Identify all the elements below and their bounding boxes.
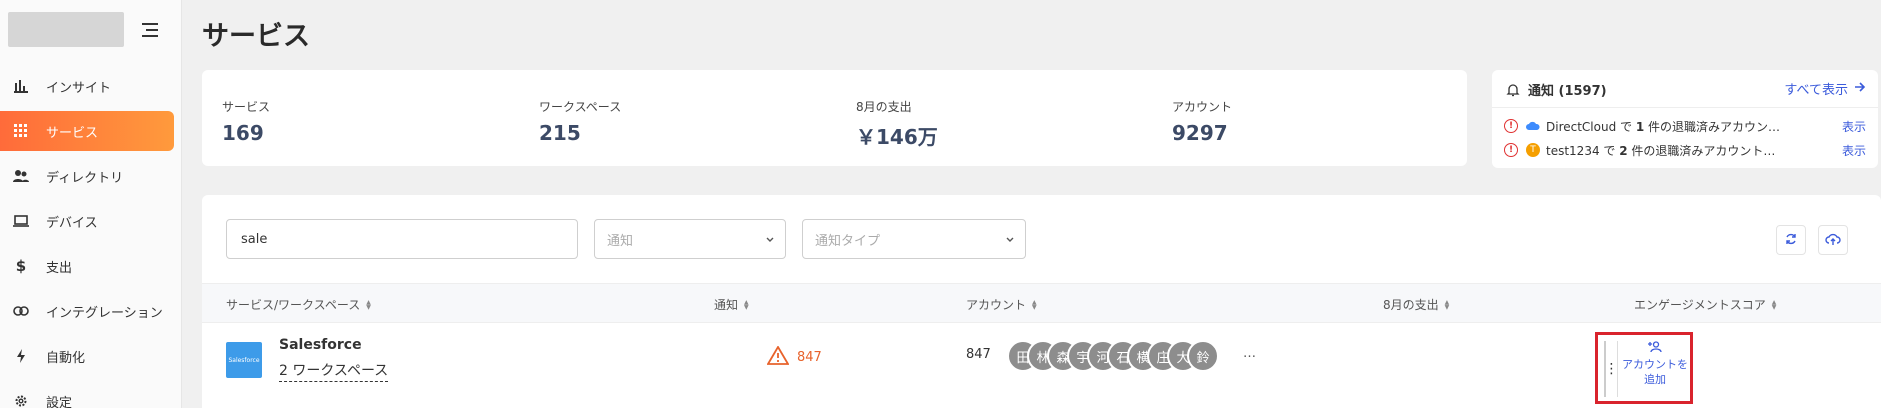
sidebar: インサイト サービス ディレクトリ デバイス $ 支出 インテグレーション 自動… xyxy=(0,0,182,408)
users-icon xyxy=(13,168,29,184)
sidebar-item-label: サービス xyxy=(46,125,99,141)
sidebar-item-label: 支出 xyxy=(46,260,73,276)
avatar[interactable]: 鈴 xyxy=(1187,340,1219,372)
sort-icon: ▲ ▼ xyxy=(744,298,749,311)
stat-label: 8月の支出 xyxy=(856,100,912,114)
upload-button[interactable] xyxy=(1818,225,1848,255)
sidebar-item-integration[interactable]: インテグレーション xyxy=(0,291,174,331)
bolt-icon xyxy=(13,348,29,364)
warning-triangle-icon xyxy=(766,345,790,369)
sidebar-item-settings[interactable]: 設定 xyxy=(0,381,174,408)
notification-item[interactable]: ! DirectCloud で 1 件の退職済みアカウン… 表示 xyxy=(1504,116,1866,136)
warning-icon: ! xyxy=(1504,143,1518,157)
logo xyxy=(8,12,124,47)
bar-chart-icon xyxy=(13,78,29,94)
sort-icon: ▲ ▼ xyxy=(1032,298,1037,311)
notification-text: test1234 で 2 件の退職済みアカウント… xyxy=(1546,143,1776,158)
alert-count-value: 847 xyxy=(797,350,822,365)
sidebar-item-insight[interactable]: インサイト xyxy=(0,66,174,106)
sidebar-item-label: デバイス xyxy=(46,215,98,231)
column-header-accounts[interactable]: アカウント ▲ ▼ xyxy=(966,296,1037,313)
sidebar-item-automation[interactable]: 自動化 xyxy=(0,336,174,376)
avatar-group[interactable]: 田 林 森 宇 河 石 横 庄 大 鈴 xyxy=(1007,340,1219,372)
sidebar-item-spend[interactable]: $ 支出 xyxy=(0,246,174,286)
show-all-link[interactable]: すべて表示 xyxy=(1784,79,1866,98)
laptop-icon xyxy=(13,213,29,229)
sidebar-nav: インサイト サービス ディレクトリ デバイス $ 支出 インテグレーション 自動… xyxy=(0,66,182,408)
grid-icon xyxy=(13,123,29,139)
add-user-icon xyxy=(1622,341,1688,357)
notifications-title: 通知 (1597) xyxy=(1528,84,1607,99)
sort-icon: ▲ ▼ xyxy=(1444,298,1450,311)
arrow-right-icon xyxy=(1854,81,1866,97)
link-icon xyxy=(13,303,29,319)
notification-select[interactable]: 通知 xyxy=(594,219,786,259)
view-link[interactable]: 表示 xyxy=(1842,118,1866,135)
stat-accounts: アカウント 9297 xyxy=(1172,98,1232,145)
chevron-down-icon xyxy=(765,234,775,249)
sidebar-item-label: ディレクトリ xyxy=(46,170,124,186)
sidebar-item-label: 設定 xyxy=(46,395,73,408)
stat-value: 9297 xyxy=(1172,121,1228,145)
gear-icon xyxy=(13,393,29,408)
cloud-upload-icon xyxy=(1825,231,1841,250)
bell-icon xyxy=(1506,82,1520,101)
column-header-notification[interactable]: 通知 ▲ ▼ xyxy=(714,296,749,313)
sort-icon: ▲ ▼ xyxy=(366,298,371,311)
more-avatars[interactable]: … xyxy=(1243,346,1256,361)
search-input[interactable]: sale xyxy=(226,219,578,259)
cloud-icon xyxy=(1526,119,1540,133)
stat-label: アカウント xyxy=(1172,100,1233,114)
account-count: 847 xyxy=(966,347,991,362)
stat-label: サービス xyxy=(222,100,271,114)
warning-icon: ! xyxy=(1504,119,1518,133)
stat-services: サービス 169 xyxy=(222,98,270,145)
app-badge-icon: T xyxy=(1526,143,1540,157)
workspace-count-link[interactable]: 2 ワークスペース xyxy=(279,360,389,382)
show-all-label: すべて表示 xyxy=(1784,83,1848,98)
select-placeholder: 通知 xyxy=(607,233,634,249)
sidebar-item-directory[interactable]: ディレクトリ xyxy=(0,156,174,196)
sidebar-item-services[interactable]: サービス xyxy=(0,111,174,151)
dollar-icon: $ xyxy=(15,257,27,275)
notifications-header: 通知 (1597) すべて表示 xyxy=(1492,70,1878,108)
column-header-service[interactable]: サービス/ワークスペース ▲ ▼ xyxy=(226,296,371,313)
service-name[interactable]: Salesforce xyxy=(279,337,362,353)
stat-spend: 8月の支出 ￥146万 xyxy=(856,98,938,150)
notification-text: DirectCloud で 1 件の退職済みアカウン… xyxy=(1546,119,1781,134)
refresh-icon xyxy=(1784,231,1798,250)
menu-toggle-icon[interactable] xyxy=(140,22,160,38)
table-header: サービス/ワークスペース ▲ ▼ 通知 ▲ ▼ アカウント ▲ ▼ 8月の支出 ▲ ▼ エンゲー… xyxy=(202,283,1881,323)
notification-item[interactable]: ! T test1234 で 2 件の退職済みアカウント… 表示 xyxy=(1504,140,1866,160)
column-header-spend[interactable]: 8月の支出 ▲ ▼ xyxy=(1383,296,1449,313)
sidebar-item-label: 自動化 xyxy=(46,350,86,366)
notifications-card: 通知 (1597) すべて表示 ! DirectCloud で 1 件の退職済み… xyxy=(1492,70,1878,168)
stats-card: サービス 169 ワークスペース 215 8月の支出 ￥146万 アカウント 9… xyxy=(202,70,1467,166)
add-account-button[interactable]: アカウントを追加 xyxy=(1622,341,1688,387)
sort-icon: ▲ ▼ xyxy=(1771,298,1777,311)
sidebar-item-label: インサイト xyxy=(46,80,112,96)
stat-workspaces: ワークスペース 215 xyxy=(539,98,621,145)
kebab-menu-icon[interactable]: ⋮ xyxy=(1604,341,1619,397)
select-placeholder: 通知タイプ xyxy=(815,233,881,249)
alert-count[interactable]: 847 xyxy=(766,345,822,369)
notification-type-select[interactable]: 通知タイプ xyxy=(802,219,1026,259)
add-account-label: アカウントを追加 xyxy=(1622,358,1688,386)
view-link[interactable]: 表示 xyxy=(1842,142,1866,159)
sidebar-item-label: インテグレーション xyxy=(46,305,163,321)
page-title: サービス xyxy=(202,21,310,52)
refresh-button[interactable] xyxy=(1776,225,1806,255)
stat-value: 169 xyxy=(222,121,264,145)
chevron-down-icon xyxy=(1005,234,1015,249)
stat-label: ワークスペース xyxy=(539,100,622,114)
column-header-engagement[interactable]: エンゲージメントスコア ▲ ▼ xyxy=(1634,296,1776,313)
sidebar-item-devices[interactable]: デバイス xyxy=(0,201,174,241)
salesforce-logo: Salesforce xyxy=(226,342,262,378)
row-action-highlight: ⋮ アカウントを追加 xyxy=(1595,332,1693,404)
stat-value: 215 xyxy=(539,121,581,145)
stat-value: ￥146万 xyxy=(856,125,938,149)
